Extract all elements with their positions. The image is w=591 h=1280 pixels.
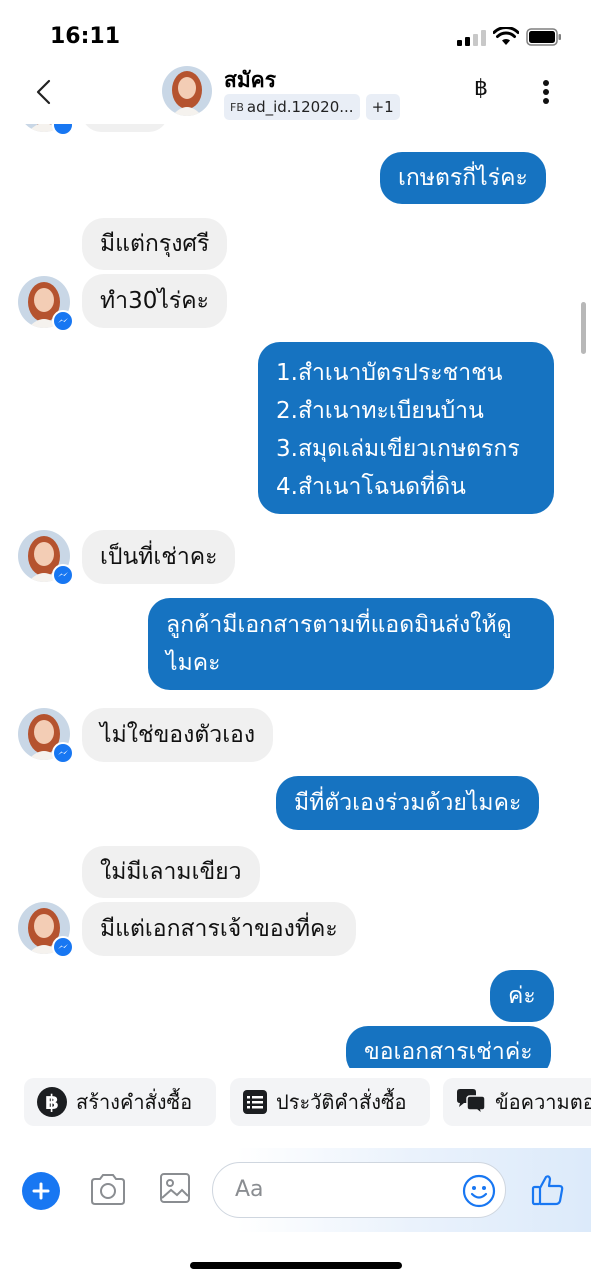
message-bubble-incoming[interactable] <box>82 124 168 132</box>
sender-avatar <box>18 530 74 586</box>
message-bubble-outgoing[interactable]: เกษตรกี่ไร่คะ <box>380 152 546 204</box>
battery-icon <box>526 28 561 46</box>
message-list[interactable]: เกษตรกี่ไร่คะ มีแต่กรุงศรี ทำ30ไร่คะ 1.ส… <box>0 124 591 1068</box>
more-tags-badge[interactable]: +1 <box>365 94 400 120</box>
home-indicator[interactable] <box>190 1262 402 1269</box>
signal-icon <box>457 30 487 46</box>
conversation-header: สมัคร FB ad_id.12020... +1 ฿ <box>0 62 591 124</box>
message-bubble-incoming[interactable]: ใม่มีเลามเขียว <box>82 846 260 898</box>
saved-replies-chip[interactable]: ข้อความตอ <box>443 1078 591 1126</box>
chat-bubbles-icon <box>455 1088 487 1116</box>
emoji-icon[interactable] <box>462 1174 496 1208</box>
quick-reply-bar: ฿ สร้างคำสั่งซื้อ ประวัติคำสั่งซื้อ ข้อค… <box>0 1078 591 1128</box>
contact-tags: FB ad_id.12020... +1 <box>224 94 400 120</box>
messenger-badge-icon <box>52 564 74 586</box>
back-button[interactable] <box>26 74 62 110</box>
contact-avatar[interactable] <box>162 66 212 116</box>
message-bubble-outgoing[interactable]: มีที่ตัวเองร่วมด้วยไมคะ <box>276 776 540 830</box>
message-input-placeholder: Aa <box>235 1177 264 1202</box>
message-bubble-incoming[interactable]: มีแต่เอกสารเจ้าของที่คะ <box>82 902 356 956</box>
message-line: 4.สำเนาโฉนดที่ดิน <box>276 474 466 500</box>
scroll-indicator[interactable] <box>581 302 586 354</box>
message-bubble-incoming[interactable]: ไม่ใช่ของตัวเอง <box>82 708 274 762</box>
messenger-badge-icon <box>52 742 74 764</box>
message-bubble-outgoing[interactable]: ลูกค้ามีเอกสารตามที่แอดมินส่งให้ดู ไมคะ <box>148 598 554 690</box>
message-line: ลูกค้ามีเอกสารตามที่แอดมินส่งให้ดู <box>166 612 512 638</box>
fb-tag-prefix: FB <box>230 100 244 114</box>
list-icon <box>242 1089 268 1115</box>
order-history-label: ประวัติคำสั่งซื้อ <box>276 1090 407 1114</box>
more-options-icon[interactable] <box>532 74 560 110</box>
messenger-badge-icon <box>52 310 74 332</box>
message-line: ไมคะ <box>166 650 221 676</box>
message-bubble-incoming[interactable]: มีแต่กรุงศรี <box>82 218 228 270</box>
message-line: 3.สมุดเล่มเขียวเกษตรกร <box>276 436 520 462</box>
chevron-left-icon <box>36 79 51 105</box>
thumbs-up-icon[interactable] <box>530 1172 566 1208</box>
gallery-icon[interactable] <box>158 1170 192 1206</box>
contact-name[interactable]: สมัคร <box>224 64 276 97</box>
saved-replies-label: ข้อความตอ <box>495 1090 591 1114</box>
message-bubble-incoming[interactable]: ทำ30ไร่คะ <box>82 274 228 328</box>
sender-avatar <box>18 124 74 136</box>
create-order-label: สร้างคำสั่งซื้อ <box>76 1090 193 1114</box>
status-time: 16:11 <box>50 24 121 49</box>
sender-avatar <box>18 276 74 332</box>
message-line: 2.สำเนาทะเบียนบ้าน <box>276 398 484 424</box>
create-order-chip[interactable]: ฿ สร้างคำสั่งซื้อ <box>24 1078 216 1126</box>
message-line: 1.สำเนาบัตรประชาชน <box>276 360 503 386</box>
status-bar: 16:11 <box>0 0 591 62</box>
order-history-chip[interactable]: ประวัติคำสั่งซื้อ <box>230 1078 430 1126</box>
message-composer: Aa <box>0 1148 591 1232</box>
sender-avatar <box>18 902 74 958</box>
wifi-icon <box>493 27 519 45</box>
baht-icon[interactable]: ฿ <box>466 76 496 101</box>
baht-circle-icon: ฿ <box>36 1086 68 1118</box>
svg-text:฿: ฿ <box>45 1090 59 1114</box>
messenger-badge-icon <box>52 936 74 958</box>
messenger-badge-icon <box>52 124 74 136</box>
sender-avatar <box>18 708 74 764</box>
message-bubble-outgoing[interactable]: ขอเอกสารเช่าค่ะ <box>346 1026 551 1068</box>
message-bubble-incoming[interactable]: เป็นที่เช่าคะ <box>82 530 236 584</box>
plus-icon <box>32 1182 50 1200</box>
add-button[interactable] <box>22 1172 60 1210</box>
camera-icon[interactable] <box>88 1172 128 1208</box>
ad-tag-label: ad_id.12020... <box>246 98 354 116</box>
ad-tag[interactable]: FB ad_id.12020... <box>224 94 360 120</box>
message-bubble-outgoing[interactable]: ค่ะ <box>490 970 554 1022</box>
message-bubble-outgoing-list[interactable]: 1.สำเนาบัตรประชาชน 2.สำเนาทะเบียนบ้าน 3.… <box>258 342 554 514</box>
